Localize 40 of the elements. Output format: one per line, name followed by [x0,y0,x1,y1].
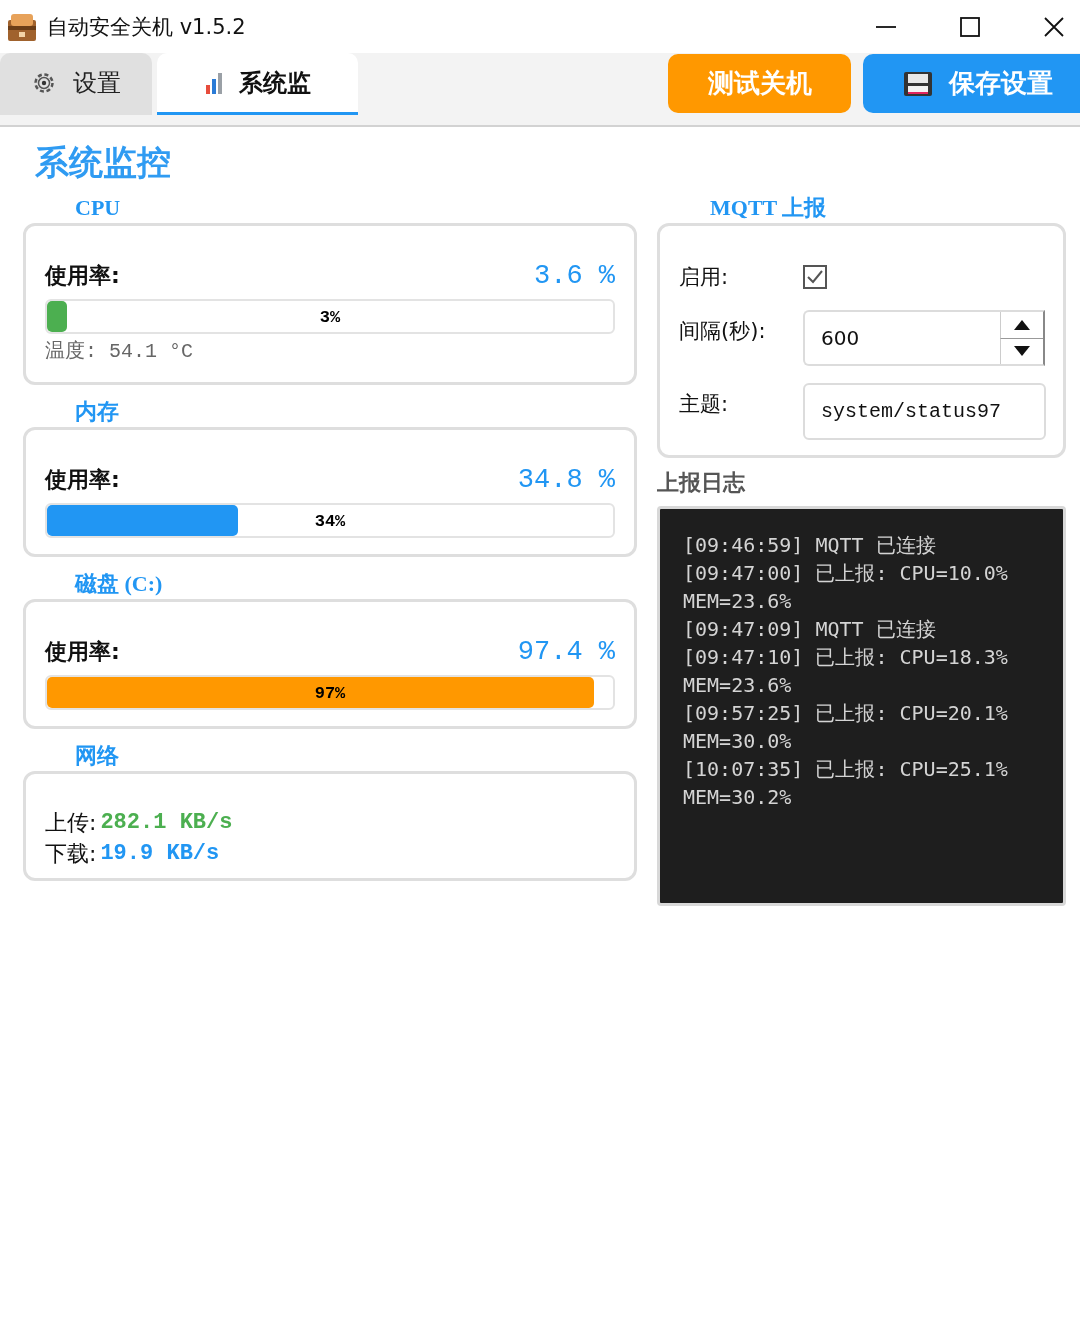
usage-label: 使用率: [45,638,120,666]
field-label: 间隔(秒): [679,318,767,345]
usage-label: 使用率: [45,262,120,290]
window-title: 自动安全关机 v1.5.2 [47,13,246,41]
log-entry: [09:47:10] 已上报: CPU=18.3% MEM=23.6% [683,644,1009,699]
save-icon [903,70,933,97]
section-title: MQTT 上报 [709,194,828,222]
progress-text: 97% [314,683,346,702]
field-label: 启用: [679,264,730,291]
section-title: CPU [74,194,122,222]
tab[interactable]: 设置 [0,53,152,115]
maximize-icon[interactable] [960,16,980,37]
box-icon [7,11,37,42]
section-title: 上报日志 [657,469,746,497]
log-entry: [09:47:00] 已上报: CPU=10.0% MEM=23.6% [683,560,1009,615]
tab[interactable]: 系统监 [157,53,358,115]
section-title: 磁盘 (C:) [73,570,164,598]
progress-text: 3% [319,307,341,326]
usage-label: 使用率: [45,466,120,494]
close-icon[interactable] [1044,16,1064,37]
temperature-text: 温度: 54.1 °C [45,339,195,365]
usage-value: 97.4 % [517,637,615,667]
log-entry: [09:47:09] MQTT 已连接 [683,616,937,643]
usage-value: 34.8 % [517,465,615,495]
page-title: 系统监控 [34,143,172,183]
bar-chart-icon [204,70,223,95]
topic-input[interactable]: system/status97 [803,383,1046,440]
rate-label: 下载: [45,839,97,868]
rate-label: 上传: [45,808,97,837]
rate-value: 19.9 KB/s [100,841,220,866]
field-label: 主题: [679,391,730,418]
enable-checkbox[interactable] [803,265,827,289]
progress-text: 34% [314,511,346,530]
section-title: 网络 [74,742,120,770]
log-entry: [10:07:35] 已上报: CPU=25.1% MEM=30.2% [683,756,1009,811]
log-entry: [09:57:25] 已上报: CPU=20.1% MEM=30.0% [683,700,1009,755]
section-title: 内存 [74,398,120,426]
log-entry: [09:46:59] MQTT 已连接 [683,532,937,559]
rate-value: 282.1 KB/s [100,810,233,835]
usage-value: 3.6 % [534,261,615,291]
